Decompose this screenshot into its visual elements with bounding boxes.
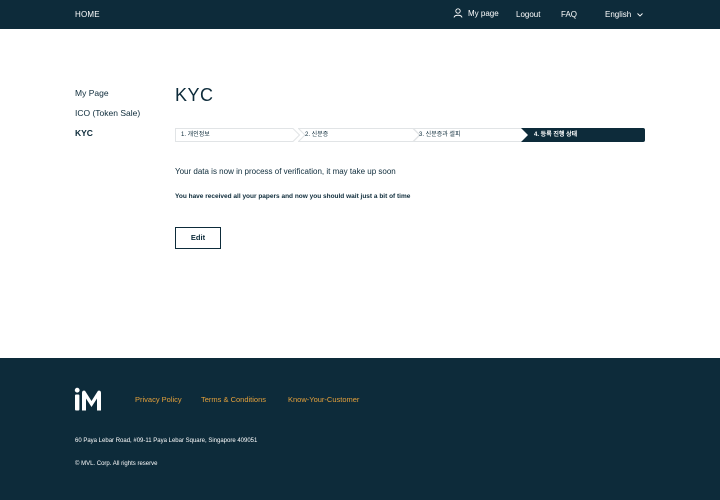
top-navigation-bar: HOME My page Logout FAQ English xyxy=(0,0,720,29)
terms-conditions-link[interactable]: Terms & Conditions xyxy=(201,395,266,404)
step-personal-info[interactable]: 1. 개인정보 xyxy=(175,128,301,142)
company-address: 60 Paya Lebar Road, #09-11 Paya Lebar Sq… xyxy=(75,438,258,444)
my-page-link[interactable]: My page xyxy=(453,8,499,18)
step-label: 2. 신분증 xyxy=(305,132,329,138)
sidebar-item-my-page[interactable]: My Page xyxy=(75,88,140,108)
mvl-logo[interactable] xyxy=(74,387,102,412)
kyc-step-progress: 1. 개인정보 2. 신분증 3. 신분증과 셀피 4. 등록 진행 상태 xyxy=(175,128,645,142)
step-registration-status[interactable]: 4. 등록 진행 상태 xyxy=(521,128,645,142)
kyc-link[interactable]: Know-Your-Customer xyxy=(288,395,359,404)
verification-sub-message: You have received all your papers and no… xyxy=(175,193,411,200)
sidebar: My Page ICO (Token Sale) KYC xyxy=(75,88,140,148)
sidebar-item-ico[interactable]: ICO (Token Sale) xyxy=(75,108,140,128)
user-icon xyxy=(453,8,463,18)
chevron-down-icon xyxy=(637,12,644,17)
language-selector[interactable]: English xyxy=(605,10,644,19)
logout-link[interactable]: Logout xyxy=(516,10,540,19)
step-id-card[interactable]: 2. 신분증 xyxy=(298,128,421,142)
copyright: © MVL. Corp. All rights reserve xyxy=(75,461,158,467)
edit-button[interactable]: Edit xyxy=(175,227,221,249)
step-id-selfie[interactable]: 3. 신분증과 셀피 xyxy=(413,128,531,142)
page-title: KYC xyxy=(175,85,214,105)
language-label: English xyxy=(605,10,632,19)
privacy-policy-link[interactable]: Privacy Policy xyxy=(135,395,182,404)
step-label: 4. 등록 진행 상태 xyxy=(534,132,578,138)
step-label: 3. 신분증과 셀피 xyxy=(419,132,461,138)
step-label: 1. 개인정보 xyxy=(181,132,210,138)
faq-link[interactable]: FAQ xyxy=(561,10,577,19)
verification-status-message: Your data is now in process of verificat… xyxy=(175,167,396,176)
sidebar-item-kyc[interactable]: KYC xyxy=(75,128,140,148)
my-page-label: My page xyxy=(468,8,499,18)
footer: Privacy Policy Terms & Conditions Know-Y… xyxy=(0,358,720,500)
home-link[interactable]: HOME xyxy=(75,10,100,19)
